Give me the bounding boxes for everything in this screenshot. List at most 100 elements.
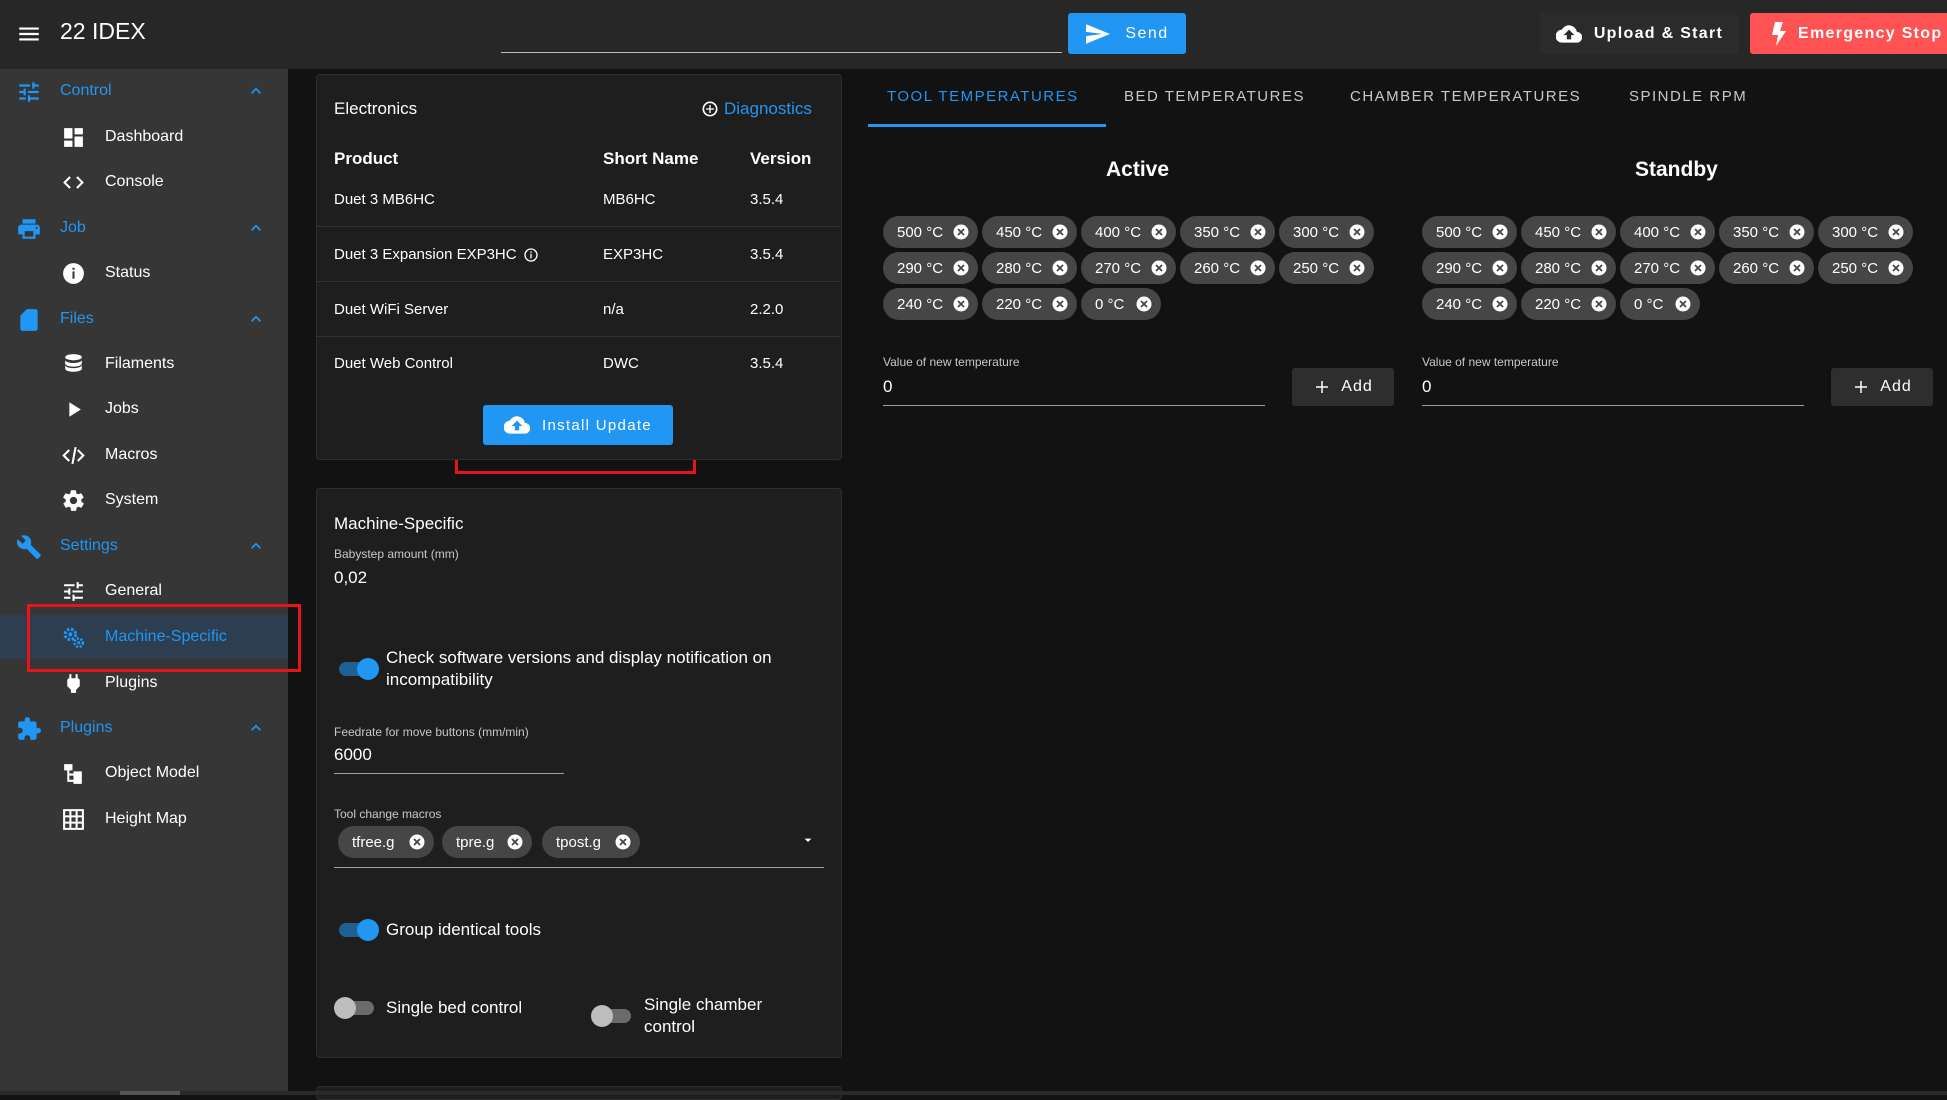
sidebar-item-dashboard[interactable]: Dashboard [0,115,288,159]
chevron-up-icon[interactable] [246,81,266,101]
group-identical-tools-toggle[interactable] [335,917,379,943]
sidebar-item-macros[interactable]: Macros [0,433,288,477]
temperature-chip[interactable]: 290 °C [883,252,978,284]
temperature-chip[interactable]: 250 °C [1818,252,1913,284]
sidebar-item-plugins-settings[interactable]: Plugins [0,661,288,705]
close-circle-icon[interactable] [1249,223,1267,241]
tab-spindle-rpm[interactable]: SPINDLE RPM [1629,88,1747,128]
single-chamber-toggle[interactable] [591,1003,635,1029]
close-circle-icon[interactable] [1689,259,1707,277]
close-circle-icon[interactable] [1150,259,1168,277]
sidebar-group-control[interactable]: Control [0,69,288,113]
close-circle-icon[interactable] [1348,223,1366,241]
close-circle-icon[interactable] [952,295,970,313]
close-circle-icon[interactable] [952,259,970,277]
temperature-chip[interactable]: 300 °C [1279,216,1374,248]
chevron-up-icon[interactable] [246,718,266,738]
send-button[interactable]: Send [1068,13,1186,54]
active-add-button[interactable]: Add [1292,368,1394,406]
close-circle-icon[interactable] [1491,259,1509,277]
temperature-chip[interactable]: 280 °C [1521,252,1616,284]
temperature-chip[interactable]: 500 °C [883,216,978,248]
horizontal-scrollbar[interactable] [0,1091,1947,1095]
sidebar-item-machine-specific[interactable]: Machine-Specific [0,615,288,659]
close-circle-icon[interactable] [408,833,426,851]
temperature-chip[interactable]: 220 °C [982,288,1077,320]
active-new-temp-value[interactable]: 0 [883,377,892,397]
macro-chip[interactable]: tpost.g [542,826,640,858]
babystep-value[interactable]: 0,02 [334,568,367,588]
temperature-chip[interactable]: 450 °C [1521,216,1616,248]
temperature-chip[interactable]: 400 °C [1620,216,1715,248]
temperature-chip[interactable]: 260 °C [1719,252,1814,284]
sidebar-item-height-map[interactable]: Height Map [0,797,288,841]
sidebar-group-job[interactable]: Job [0,206,288,250]
macro-chip[interactable]: tfree.g [338,826,434,858]
temperature-chip[interactable]: 220 °C [1521,288,1616,320]
close-circle-icon[interactable] [1887,259,1905,277]
temperature-chip[interactable]: 450 °C [982,216,1077,248]
close-circle-icon[interactable] [1051,295,1069,313]
temperature-chip[interactable]: 290 °C [1422,252,1517,284]
standby-add-button[interactable]: Add [1831,368,1933,406]
close-circle-icon[interactable] [1348,259,1366,277]
dropdown-arrow-icon[interactable] [800,832,816,848]
close-circle-icon[interactable] [1150,223,1168,241]
check-versions-toggle[interactable] [335,656,379,682]
temperature-chip[interactable]: 0 °C [1081,288,1161,320]
temperature-chip[interactable]: 280 °C [982,252,1077,284]
temperature-chip[interactable]: 250 °C [1279,252,1374,284]
sidebar-item-filaments[interactable]: Filaments [0,342,288,386]
sidebar-item-status[interactable]: Status [0,251,288,295]
chevron-up-icon[interactable] [246,536,266,556]
temperature-chip[interactable]: 240 °C [1422,288,1517,320]
close-circle-icon[interactable] [1491,223,1509,241]
close-circle-icon[interactable] [1788,259,1806,277]
temperature-chip[interactable]: 270 °C [1081,252,1176,284]
close-circle-icon[interactable] [1689,223,1707,241]
tab-tool-temperatures[interactable]: TOOL TEMPERATURES [887,88,1079,128]
temperature-chip[interactable]: 300 °C [1818,216,1913,248]
gcode-command-input[interactable] [501,14,1062,53]
sidebar-item-jobs[interactable]: Jobs [0,387,288,431]
sidebar-group-settings[interactable]: Settings [0,524,288,568]
close-circle-icon[interactable] [1590,295,1608,313]
close-circle-icon[interactable] [1491,295,1509,313]
close-circle-icon[interactable] [1674,295,1692,313]
temperature-chip[interactable]: 500 °C [1422,216,1517,248]
close-circle-icon[interactable] [1788,223,1806,241]
chevron-up-icon[interactable] [246,309,266,329]
install-update-button[interactable]: Install Update [483,405,673,445]
macro-chip[interactable]: tpre.g [442,826,532,858]
feedrate-value[interactable]: 6000 [334,745,372,765]
temperature-chip[interactable]: 400 °C [1081,216,1176,248]
close-circle-icon[interactable] [506,833,524,851]
info-outline-icon[interactable] [523,247,539,263]
sidebar-item-general[interactable]: General [0,569,288,613]
sidebar-group-files[interactable]: Files [0,297,288,341]
close-circle-icon[interactable] [1249,259,1267,277]
sidebar-item-system[interactable]: System [0,478,288,522]
close-circle-icon[interactable] [1051,259,1069,277]
diagnostics-link[interactable]: Diagnostics [702,99,812,119]
close-circle-icon[interactable] [1887,223,1905,241]
emergency-stop-button[interactable]: Emergency Stop [1750,13,1947,54]
temperature-chip[interactable]: 240 °C [883,288,978,320]
tab-bed-temperatures[interactable]: BED TEMPERATURES [1124,88,1305,128]
temperature-chip[interactable]: 350 °C [1180,216,1275,248]
temperature-chip[interactable]: 260 °C [1180,252,1275,284]
close-circle-icon[interactable] [1590,259,1608,277]
close-circle-icon[interactable] [614,833,632,851]
tab-chamber-temperatures[interactable]: CHAMBER TEMPERATURES [1350,88,1581,128]
sidebar-group-plugins[interactable]: Plugins [0,706,288,750]
temperature-chip[interactable]: 350 °C [1719,216,1814,248]
sidebar-item-console[interactable]: Console [0,160,288,204]
standby-new-temp-value[interactable]: 0 [1422,377,1431,397]
temperature-chip[interactable]: 270 °C [1620,252,1715,284]
sidebar-item-object-model[interactable]: Object Model [0,751,288,795]
upload-start-button[interactable]: Upload & Start [1540,13,1739,54]
temperature-chip[interactable]: 0 °C [1620,288,1700,320]
close-circle-icon[interactable] [952,223,970,241]
single-bed-toggle[interactable] [334,995,378,1021]
close-circle-icon[interactable] [1135,295,1153,313]
